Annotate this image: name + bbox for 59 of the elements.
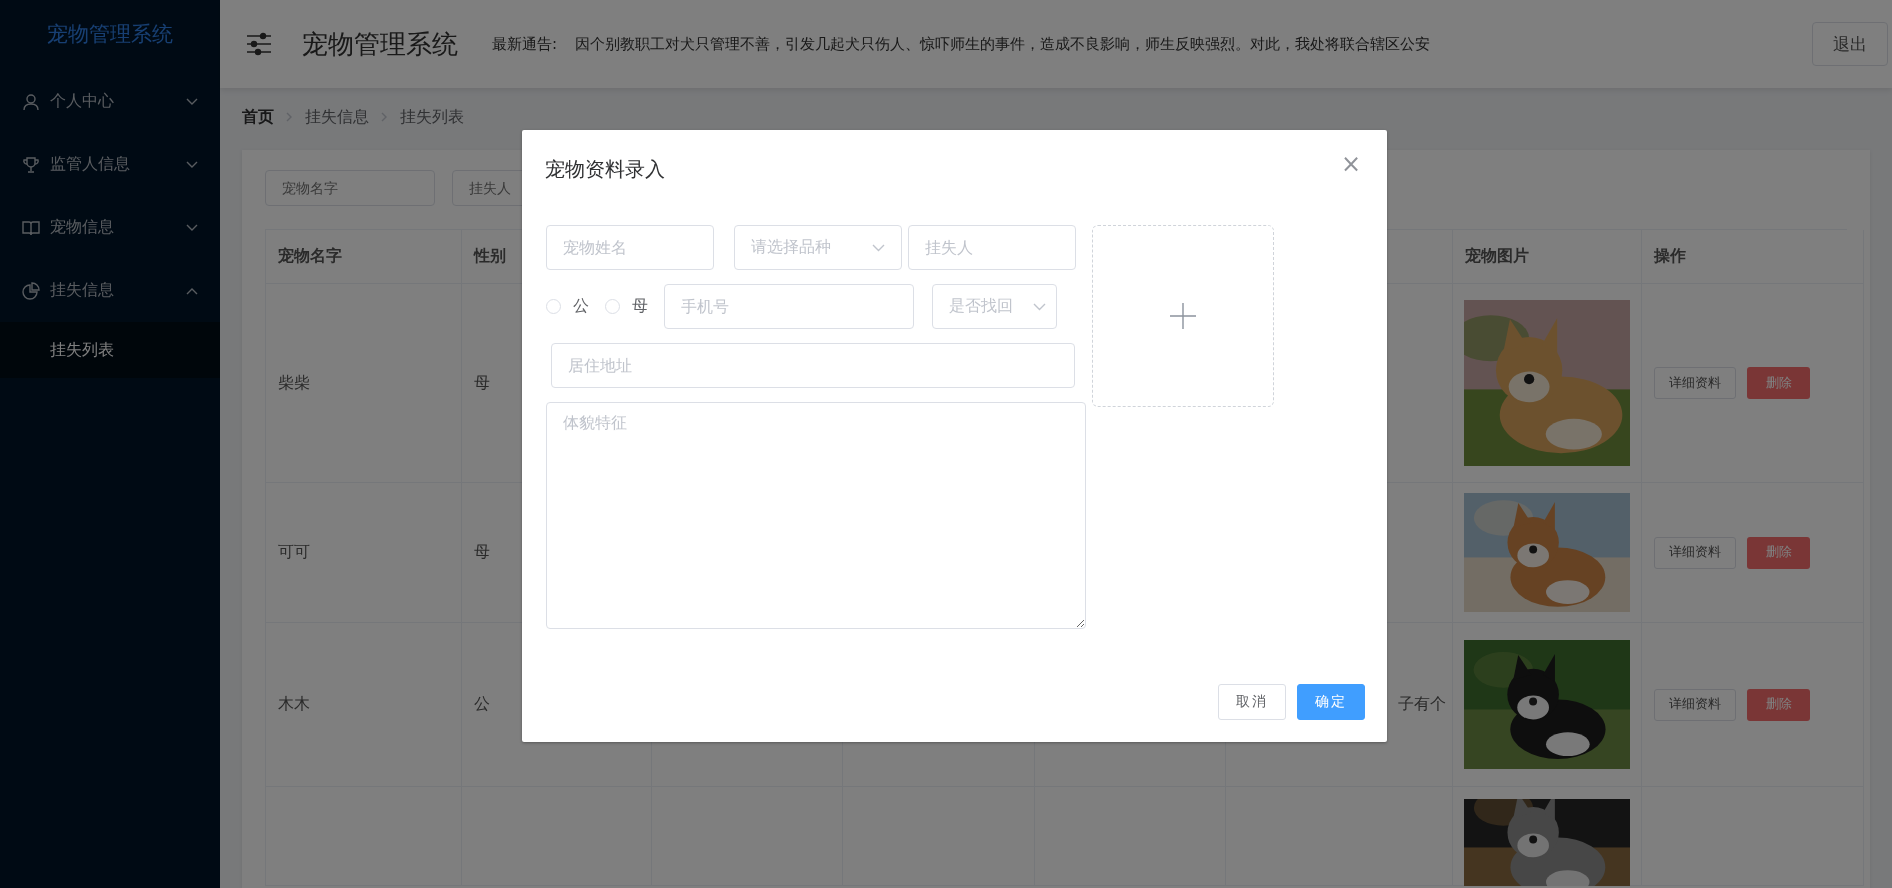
details-button[interactable]: 详细资料 [1654,688,1736,721]
user-icon [22,92,40,111]
input-field[interactable]: 宠物姓名 [546,225,714,270]
trophy-icon [22,155,40,174]
column-header: 宠物名字 [278,246,342,267]
radio-option[interactable]: 公 [546,296,589,317]
table-cell: 木木 [278,694,310,715]
table-cell: 柴柴 [278,372,310,394]
chevron-down-icon [1033,302,1046,311]
close-button[interactable]: × [1340,154,1361,174]
menu-item[interactable]: 个人中心 [0,70,220,133]
radio-option[interactable]: 母 [605,296,648,317]
table-cell: 可可 [278,542,310,563]
search-field[interactable]: 宠物名字 [265,170,435,206]
column-header: 操作 [1654,246,1686,267]
chevron-down-icon [186,160,198,169]
menu-item[interactable]: 挂失信息 [0,259,220,322]
app-title: 宠物管理系统 [46,21,174,48]
confirm-button[interactable]: 确定 [1297,684,1365,720]
dialog-title: 宠物资料录入 [545,156,665,183]
details-button[interactable]: 详细资料 [1654,367,1736,399]
plus-icon [1169,302,1197,330]
table-cell: 子有个 [1398,694,1446,715]
breadcrumb-item: 挂失列表 [400,106,464,128]
chevron-right-icon [286,112,293,122]
input-field[interactable]: 居住地址 [551,343,1075,388]
upload-box[interactable] [1092,225,1274,407]
chevron-right-icon [381,112,388,122]
table-cell: 母 [474,372,490,394]
column-header: 性别 [474,246,506,267]
table-cell: 公 [474,694,490,715]
chevron-up-icon [186,286,198,295]
cancel-button[interactable]: 取消 [1218,684,1286,720]
text-area[interactable]: 体貌特征 [546,402,1086,629]
page-title: 宠物管理系统 [302,27,458,61]
breadcrumb-link[interactable]: 首页 [242,106,274,128]
column-header: 宠物图片 [1465,246,1529,267]
notice-text: 因个别教职工对犬只管理不善，引发几起犬只伤人、惊吓师生的事件，造成不良影响，师生反映强烈。对此，我处将联合辖区公安 [575,35,1431,52]
chevron-down-icon [872,243,885,252]
pie-chart-icon [22,281,40,300]
menu-icon [246,32,272,56]
delete-button[interactable]: 删除 [1747,367,1810,399]
select-field[interactable]: 是否找回 [932,284,1057,329]
details-button[interactable]: 详细资料 [1654,536,1736,569]
breadcrumb-item: 挂失信息 [305,106,369,128]
select-field[interactable]: 请选择品种 [734,225,902,270]
menu-item[interactable]: 监管人信息 [0,133,220,196]
input-field[interactable]: 挂失人 [908,225,1076,270]
notice-label: 最新通告: [492,34,558,54]
delete-button[interactable]: 删除 [1747,536,1810,569]
chevron-down-icon [186,97,198,106]
delete-button[interactable]: 删除 [1747,688,1810,721]
logout-button[interactable]: 退出 [1812,22,1888,66]
menu-item[interactable]: 宠物信息 [0,196,220,259]
chevron-down-icon [186,223,198,232]
table-cell: 母 [474,542,490,563]
input-field[interactable]: 手机号 [664,284,914,329]
submenu-item[interactable]: 挂失列表 [0,322,220,378]
book-icon [22,218,40,237]
